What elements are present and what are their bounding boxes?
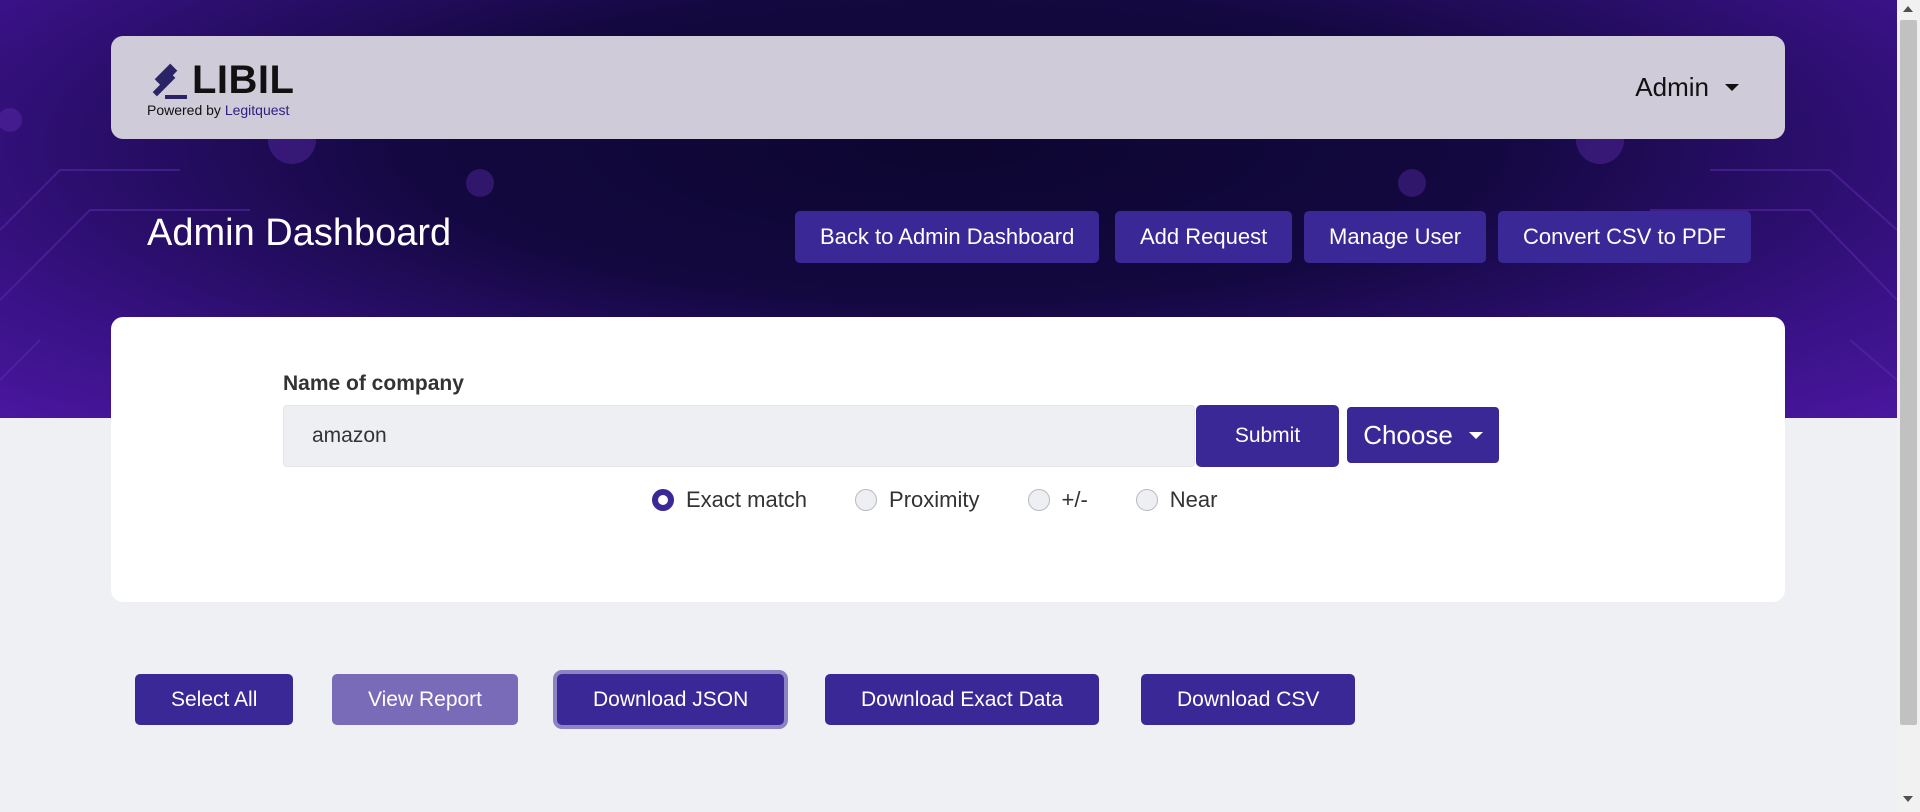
back-to-dashboard-button[interactable]: Back to Admin Dashboard: [795, 211, 1100, 263]
select-all-button[interactable]: Select All: [135, 674, 294, 725]
scrollbar-thumb[interactable]: [1900, 20, 1917, 725]
top-navbar: LIBIL Powered by Legitquest Admin: [111, 36, 1785, 139]
radio-near[interactable]: Near: [1135, 487, 1218, 513]
download-exact-data-button[interactable]: Download Exact Data: [825, 674, 1099, 725]
radio-label: Near: [1169, 487, 1218, 512]
match-type-radio-group: Exact match Proximity +/- Near: [652, 487, 1265, 513]
powered-by-prefix: Powered by: [147, 102, 221, 118]
submit-button[interactable]: Submit: [1196, 405, 1339, 467]
radio-label: Proximity: [889, 487, 980, 512]
convert-csv-to-pdf-button[interactable]: Convert CSV to PDF: [1498, 211, 1751, 263]
radio-exact-match[interactable]: Exact match: [652, 487, 807, 513]
choose-label: Choose: [1363, 419, 1453, 450]
chevron-down-icon: [1468, 431, 1483, 439]
radio-button-checked[interactable]: [652, 489, 674, 511]
radio-button[interactable]: [1027, 489, 1050, 511]
view-report-button[interactable]: View Report: [332, 674, 519, 725]
scroll-up-icon[interactable]: [1903, 6, 1913, 12]
search-card: Name of company Submit Choose Exact matc…: [111, 317, 1785, 602]
add-request-button[interactable]: Add Request: [1115, 211, 1293, 263]
scroll-down-icon[interactable]: [1903, 796, 1913, 802]
page-title: Admin Dashboard: [147, 212, 452, 254]
download-json-button[interactable]: Download JSON: [557, 674, 785, 725]
radio-label: Exact match: [686, 487, 808, 512]
powered-by-brand[interactable]: Legitquest: [225, 102, 290, 118]
admin-menu-label: Admin: [1635, 72, 1709, 102]
company-name-label: Name of company: [283, 372, 464, 395]
radio-label: +/-: [1061, 487, 1088, 512]
radio-button[interactable]: [1135, 489, 1158, 511]
company-name-input[interactable]: [283, 405, 1195, 467]
radio-button[interactable]: [855, 489, 878, 511]
powered-by-text: Powered by Legitquest: [147, 102, 289, 118]
download-csv-button[interactable]: Download CSV: [1141, 674, 1356, 725]
page-scrollbar[interactable]: [1897, 0, 1920, 812]
logo-text: LIBIL: [192, 58, 295, 102]
manage-user-button[interactable]: Manage User: [1304, 211, 1487, 263]
chevron-down-icon: [1725, 84, 1739, 91]
radio-proximity[interactable]: Proximity: [855, 487, 980, 513]
admin-user-menu[interactable]: Admin: [1635, 72, 1739, 103]
radio-plus-minus[interactable]: +/-: [1027, 487, 1088, 513]
gavel-icon: [152, 63, 187, 99]
choose-dropdown-button[interactable]: Choose: [1347, 407, 1499, 463]
